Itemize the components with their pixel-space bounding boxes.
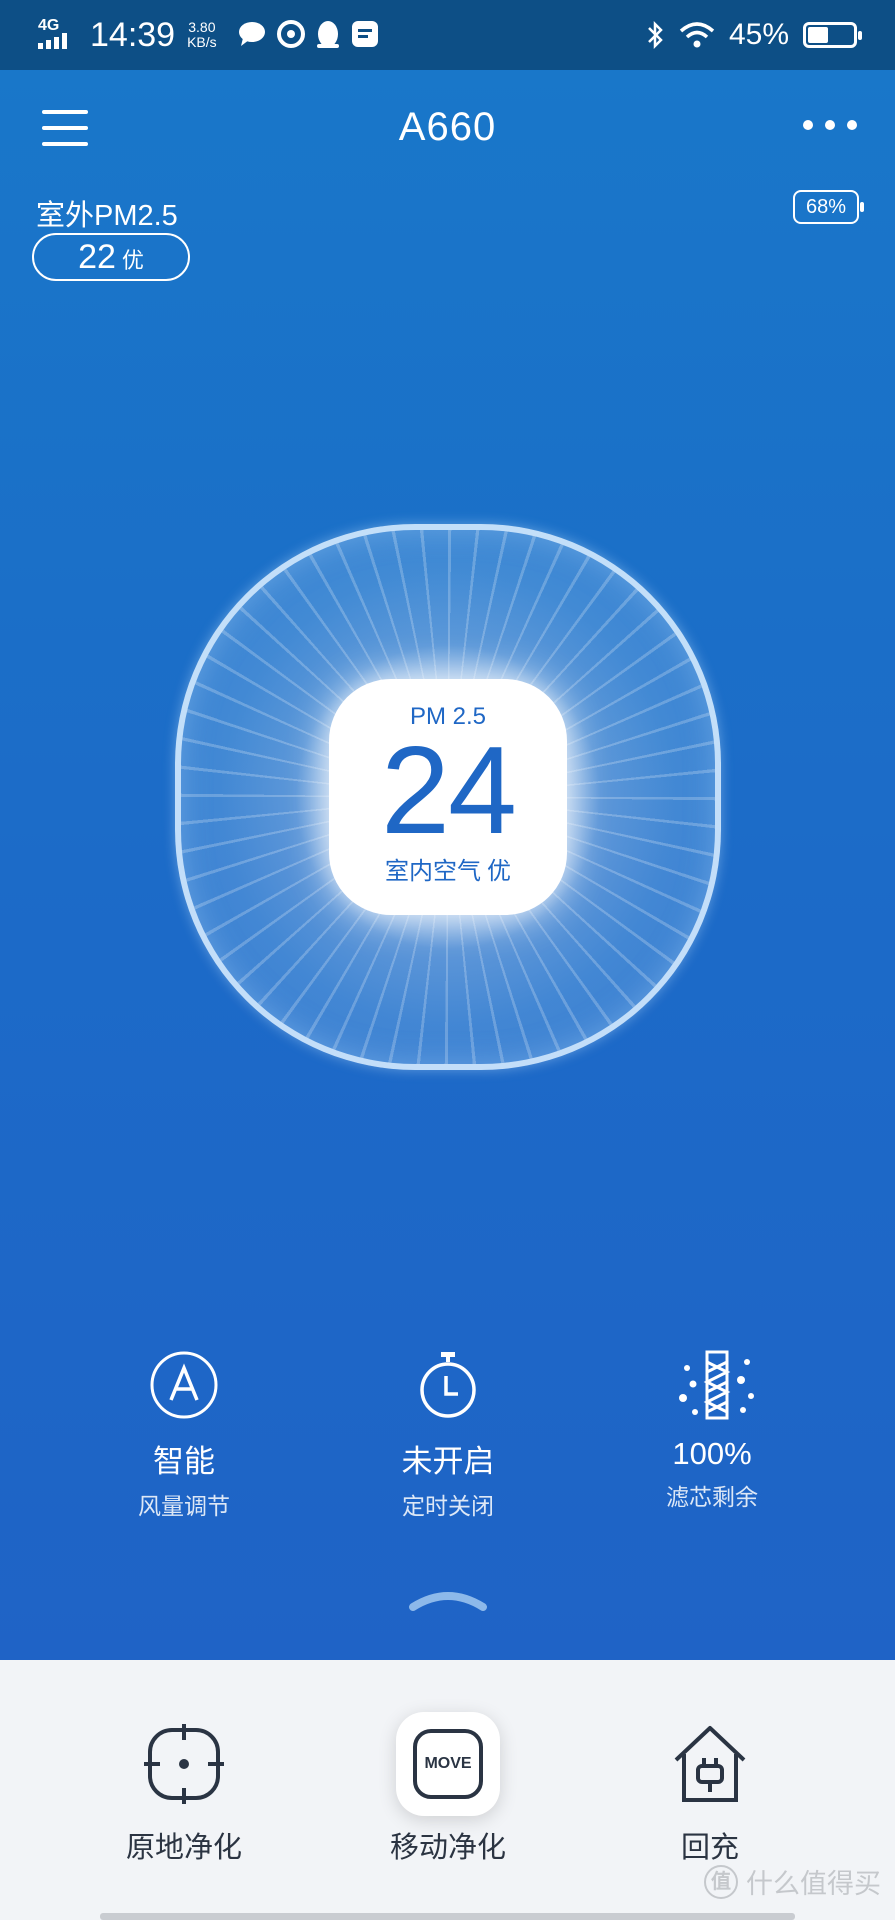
speed-unit: KB/s [187, 34, 217, 50]
timer-stat[interactable]: 未开启 定时关闭 [338, 1350, 558, 1521]
pm-reading-card: PM 2.5 24 室内空气优 [329, 679, 567, 915]
page-title: A660 [398, 105, 497, 149]
air-quality-text: 室内空气优 [329, 851, 567, 886]
battery-fill [808, 27, 828, 43]
recharge-label: 回充 [680, 1832, 739, 1864]
status-bar: 4G 14:39 3.80 KB/s 45% [0, 0, 895, 70]
move-icon-text: MOVE [413, 1729, 483, 1799]
watermark-badge: 值 [704, 1864, 738, 1899]
battery-percent: 45% [728, 18, 789, 51]
battery-icon [803, 22, 862, 48]
fan-mode-stat[interactable]: 智能 风量调节 [74, 1350, 294, 1521]
sync-icon [276, 20, 305, 48]
chat-bubble-icon [238, 22, 265, 46]
network-type: 4G [38, 16, 60, 34]
fan-mode-value: 智能 [153, 1444, 215, 1479]
home-charge-icon [666, 1720, 754, 1808]
auto-mode-icon [149, 1350, 219, 1420]
signal-bars-icon [38, 32, 67, 49]
timer-icon [413, 1350, 483, 1420]
mobile-purify-button[interactable]: MOVE 移动净化 [338, 1712, 558, 1866]
log-app-icon [351, 21, 378, 47]
outdoor-pm-badge: 22 优 [32, 233, 190, 281]
bottom-action-bar: 原地净化 MOVE 移动净化 回充 值 什么值得买 [0, 1660, 895, 1920]
main-panel: A660 室外PM2.5 22 优 68% PM 2.5 24 室内空气优 智能 … [0, 70, 895, 1660]
filter-label: 滤芯剩余 [666, 1484, 758, 1510]
mobile-purify-label: 移动净化 [389, 1832, 506, 1864]
indoor-air-label: 室内空气 [385, 858, 481, 885]
timer-value: 未开启 [401, 1444, 495, 1479]
watermark-text: 什么值得买 [746, 1869, 881, 1899]
watermark: 值 什么值得买 [704, 1862, 881, 1901]
filter-icon [677, 1350, 754, 1420]
clock: 14:39 [90, 15, 176, 54]
status-right: 45% [645, 18, 862, 52]
outdoor-pm-value: 22 [78, 238, 116, 276]
air-quality-level: 优 [487, 858, 511, 885]
bluetooth-icon [648, 20, 663, 50]
speed-value: 3.80 [188, 19, 216, 35]
more-options-icon[interactable] [803, 120, 857, 130]
filter-value: 100% [672, 1436, 752, 1471]
crosshair-icon [140, 1720, 228, 1808]
wifi-icon [679, 22, 715, 48]
pm-reading-value: 24 [381, 722, 517, 860]
stationary-purify-label: 原地净化 [125, 1832, 242, 1864]
status-row: 智能 风量调节 未开启 定时关闭 100% 滤芯剩余 [0, 1350, 895, 1520]
network-signal-icon: 4G [38, 16, 78, 52]
timer-label: 定时关闭 [402, 1493, 494, 1519]
status-left: 4G 14:39 3.80 KB/s [38, 16, 379, 55]
recharge-button[interactable]: 回充 [600, 1720, 820, 1866]
filter-stat[interactable]: 100% 滤芯剩余 [602, 1350, 822, 1512]
home-indicator[interactable] [100, 1913, 795, 1920]
outdoor-pm-quality: 优 [121, 248, 144, 273]
stationary-purify-button[interactable]: 原地净化 [74, 1720, 294, 1866]
outdoor-pm-label: 室外PM2.5 [36, 200, 178, 232]
move-icon: MOVE [396, 1712, 500, 1816]
fan-mode-label: 风量调节 [138, 1493, 230, 1519]
device-battery-indicator: 68% [793, 190, 864, 224]
network-speed: 3.80 KB/s [187, 20, 217, 50]
chevron-up-icon[interactable] [407, 1585, 489, 1615]
qq-penguin-icon [316, 21, 339, 48]
notification-icons [237, 20, 379, 50]
